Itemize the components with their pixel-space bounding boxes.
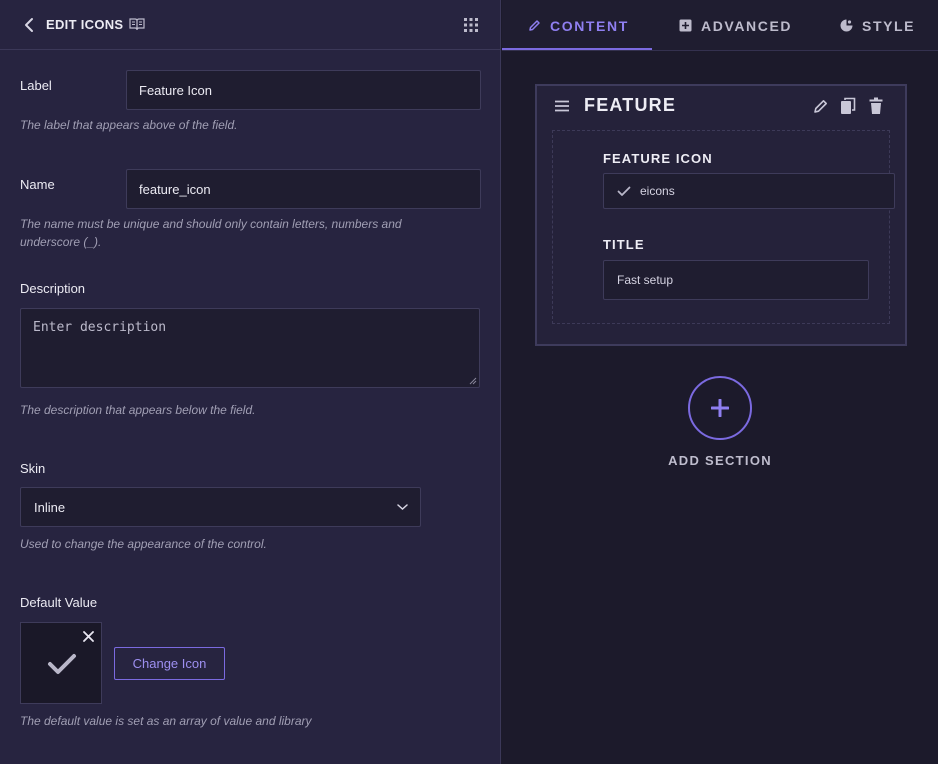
skin-select[interactable]: Inline: [20, 487, 421, 527]
skin-help-text: Used to change the appearance of the con…: [20, 537, 267, 551]
description-help-text: The description that appears below the f…: [20, 403, 256, 417]
copy-icon[interactable]: [840, 97, 856, 115]
palette-icon: [840, 19, 853, 32]
skin-field-label: Skin: [20, 461, 46, 476]
active-tab-indicator: [502, 48, 652, 50]
section-fields-container: FEATURE ICON eicons TITLE Fast setup: [552, 130, 895, 324]
description-textarea[interactable]: Enter description: [20, 308, 480, 388]
resize-handle-icon[interactable]: [469, 377, 477, 385]
skin-selected-value: Inline: [34, 499, 66, 515]
change-icon-button[interactable]: Change Icon: [114, 647, 225, 680]
default-value-label: Default Value: [20, 595, 98, 610]
default-value-help-text: The default value is set as an array of …: [20, 714, 312, 728]
label-help-text: The label that appears above of the fiel…: [20, 118, 238, 132]
tab-style-label: STYLE: [862, 17, 916, 34]
label-field-label: Label: [20, 78, 52, 93]
tab-advanced[interactable]: ADVANCED: [679, 0, 792, 51]
check-icon: [48, 654, 76, 674]
feature-section[interactable]: FEATURE FEATURE ICON eicons TITLE Fast s…: [535, 84, 907, 346]
preview-panel: CONTENT ADVANCED STYLE FEATURE FEATURE I…: [502, 0, 938, 764]
chevron-left-icon[interactable]: [22, 16, 36, 34]
menu-icon[interactable]: [554, 100, 570, 112]
tab-content[interactable]: CONTENT: [528, 0, 629, 51]
add-section-button[interactable]: [688, 376, 752, 440]
description-placeholder: Enter description: [33, 320, 167, 335]
chevron-down-icon: [397, 504, 408, 511]
edit-panel: EDIT ICONS Label Feature Icon The label …: [0, 0, 501, 764]
feature-icon-label: FEATURE ICON: [603, 151, 713, 166]
section-title: FEATURE: [584, 95, 677, 115]
layout-icon: [679, 19, 692, 32]
panel-header: EDIT ICONS: [0, 0, 500, 50]
plus-icon: [711, 399, 729, 417]
tab-bar: CONTENT ADVANCED STYLE: [502, 0, 938, 51]
tab-content-label: CONTENT: [550, 17, 629, 34]
pencil-icon[interactable]: [813, 98, 829, 114]
tab-advanced-label: ADVANCED: [701, 17, 793, 34]
label-input[interactable]: Feature Icon: [126, 70, 481, 110]
title-label: TITLE: [603, 237, 645, 252]
panel-title: EDIT ICONS: [46, 17, 124, 32]
feature-icon-field[interactable]: eicons: [603, 173, 895, 209]
feature-icon-value: eicons: [640, 184, 675, 198]
name-help-text: The name must be unique and should only …: [20, 217, 402, 249]
tab-style[interactable]: STYLE: [840, 0, 915, 51]
trash-icon[interactable]: [869, 97, 883, 115]
title-field[interactable]: Fast setup: [603, 260, 869, 300]
pencil-icon: [529, 20, 540, 31]
book-open-icon[interactable]: [129, 17, 145, 31]
default-icon-preview[interactable]: [20, 622, 102, 704]
name-input[interactable]: feature_icon: [126, 169, 481, 209]
name-field-label: Name: [20, 177, 55, 192]
grid-icon[interactable]: [464, 18, 478, 32]
add-section-label[interactable]: ADD SECTION: [652, 453, 788, 468]
close-icon[interactable]: [83, 631, 94, 642]
check-icon: [617, 186, 631, 196]
description-field-label: Description: [20, 281, 86, 296]
